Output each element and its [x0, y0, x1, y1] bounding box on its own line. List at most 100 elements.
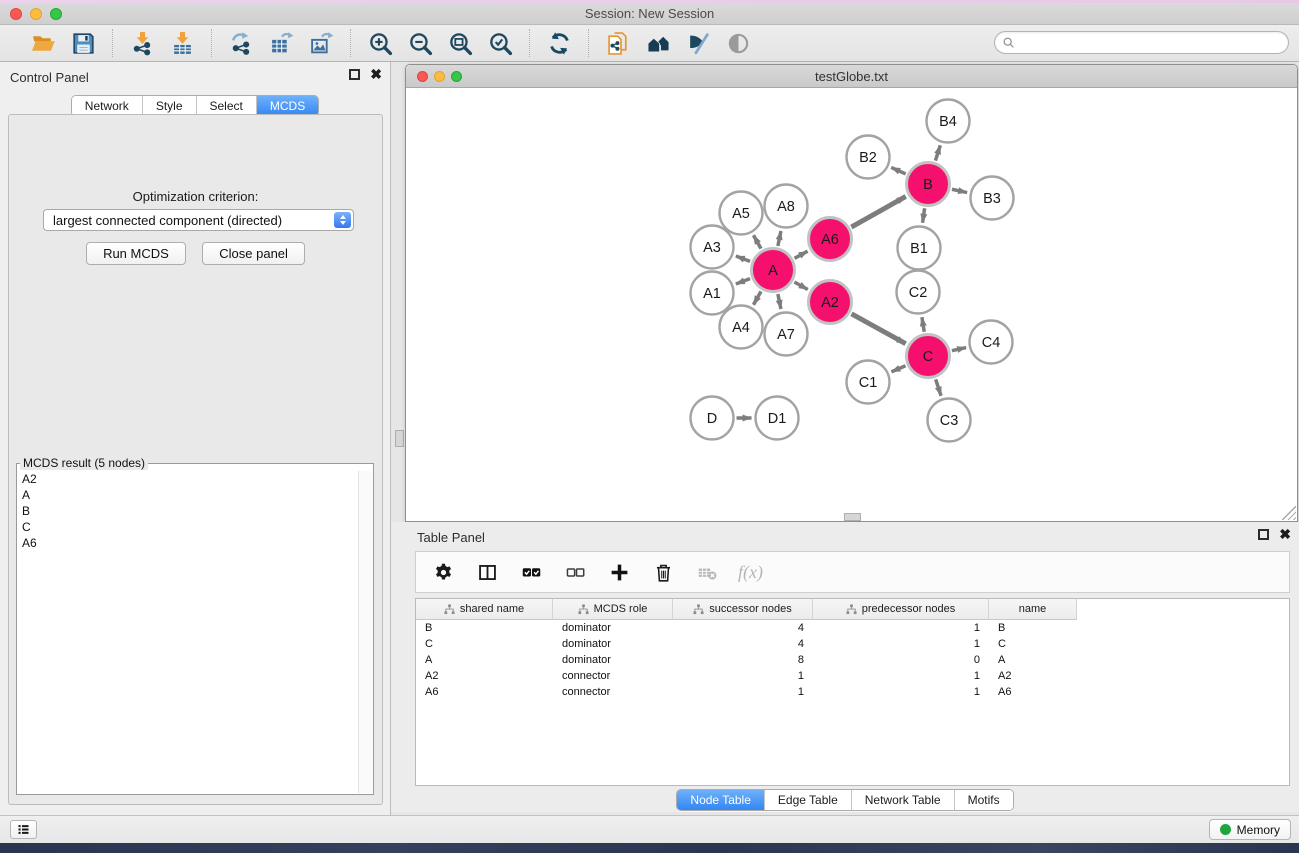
- mcds-result-item[interactable]: C: [18, 519, 372, 535]
- memory-button[interactable]: Memory: [1209, 819, 1291, 840]
- column-header-MCDS-role[interactable]: MCDS role: [553, 599, 673, 620]
- function-builder-button[interactable]: f(x): [738, 559, 763, 585]
- search-input[interactable]: [1016, 34, 1288, 52]
- run-mcds-button[interactable]: Run MCDS: [86, 242, 186, 265]
- table-settings-gear-button[interactable]: [430, 559, 456, 585]
- node-table[interactable]: shared nameMCDS rolesuccessor nodesprede…: [415, 598, 1290, 786]
- graph-edge-A6-B[interactable]: [851, 196, 905, 227]
- delete-table-button[interactable]: [694, 559, 720, 585]
- graph-node-C3[interactable]: C3: [928, 399, 971, 442]
- open-file-button[interactable]: [28, 29, 58, 57]
- table-cell[interactable]: connector: [553, 684, 673, 700]
- network-canvas[interactable]: B4B2BB3A8A5A3A6B1AA1C2A2A4A7C4CC1C3DD1: [407, 89, 1296, 520]
- table-cell[interactable]: A6: [989, 684, 1077, 700]
- graph-edge-C-C4[interactable]: [952, 348, 966, 351]
- show-columns-button[interactable]: [474, 559, 500, 585]
- table-cell[interactable]: C: [989, 636, 1077, 652]
- table-cell[interactable]: 1: [813, 620, 989, 636]
- column-header-predecessor-nodes[interactable]: predecessor nodes: [813, 599, 989, 620]
- graph-edge-B-B2[interactable]: [891, 167, 905, 173]
- mcds-result-list[interactable]: A2ABCA6: [18, 471, 372, 793]
- zoom-selected-button[interactable]: [485, 29, 515, 57]
- mcds-result-item[interactable]: B: [18, 503, 372, 519]
- table-row[interactable]: A6connector11A6: [416, 684, 1289, 700]
- graph-node-A7[interactable]: A7: [765, 313, 808, 356]
- close-panel-button[interactable]: Close panel: [202, 242, 305, 265]
- graph-edge-C-C2[interactable]: [922, 317, 924, 332]
- table-row[interactable]: Adominator80A: [416, 652, 1289, 668]
- table-cell[interactable]: B: [416, 620, 553, 636]
- graph-node-A1[interactable]: A1: [691, 272, 734, 315]
- select-all-columns-button[interactable]: [518, 559, 544, 585]
- graph-edge-A-A2[interactable]: [794, 282, 807, 290]
- graph-node-A8[interactable]: A8: [765, 185, 808, 228]
- network-window-titlebar[interactable]: testGlobe.txt: [406, 65, 1297, 88]
- table-row[interactable]: A2connector11A2: [416, 668, 1289, 684]
- export-image-button[interactable]: [306, 29, 336, 57]
- column-header-shared-name[interactable]: shared name: [416, 599, 553, 620]
- graph-node-C1[interactable]: C1: [847, 361, 890, 404]
- graph-edge-C-C1[interactable]: [891, 366, 905, 372]
- zoom-in-button[interactable]: [365, 29, 395, 57]
- table-cell[interactable]: 0: [813, 652, 989, 668]
- close-table-panel-icon[interactable]: ✖: [1279, 529, 1291, 540]
- graph-node-B4[interactable]: B4: [927, 100, 970, 143]
- table-cell[interactable]: 4: [673, 620, 813, 636]
- tab-select[interactable]: Select: [196, 96, 256, 116]
- graph-node-A[interactable]: A: [752, 249, 795, 292]
- table-cell[interactable]: 8: [673, 652, 813, 668]
- graph-node-B1[interactable]: B1: [898, 227, 941, 270]
- float-table-panel-icon[interactable]: [1258, 529, 1269, 540]
- table-cell[interactable]: 1: [813, 636, 989, 652]
- export-table-button[interactable]: [266, 29, 296, 57]
- graph-edge-A-A7[interactable]: [778, 294, 781, 309]
- table-cell[interactable]: connector: [553, 668, 673, 684]
- resize-grip[interactable]: [1282, 506, 1296, 520]
- graph-edge-A-A5[interactable]: [753, 235, 761, 248]
- export-network-button[interactable]: [226, 29, 256, 57]
- table-tab-motifs[interactable]: Motifs: [954, 790, 1013, 810]
- graph-edge-A-A6[interactable]: [795, 251, 808, 258]
- table-cell[interactable]: C: [416, 636, 553, 652]
- graphics-details-button[interactable]: [683, 29, 713, 57]
- column-header-name[interactable]: name: [989, 599, 1077, 620]
- tab-style[interactable]: Style: [142, 96, 196, 116]
- graph-edge-A-A3[interactable]: [736, 256, 750, 261]
- first-neighbors-button[interactable]: [643, 29, 673, 57]
- graph-edge-B-B3[interactable]: [952, 189, 967, 192]
- criterion-dropdown[interactable]: largest connected component (directed): [43, 209, 354, 231]
- graph-node-A2[interactable]: A2: [809, 281, 852, 324]
- graph-node-A3[interactable]: A3: [691, 226, 734, 269]
- table-cell[interactable]: A: [989, 652, 1077, 668]
- vertical-splitter-handle[interactable]: [395, 430, 404, 447]
- graph-node-B2[interactable]: B2: [847, 136, 890, 179]
- save-session-button[interactable]: [68, 29, 98, 57]
- table-cell[interactable]: 4: [673, 636, 813, 652]
- table-cell[interactable]: 1: [673, 684, 813, 700]
- graph-edge-A-A1[interactable]: [736, 279, 750, 284]
- graph-edge-A-A8[interactable]: [778, 231, 781, 246]
- mcds-result-item[interactable]: A: [18, 487, 372, 503]
- table-tab-network-table[interactable]: Network Table: [851, 790, 954, 810]
- show-tool-list-button[interactable]: [10, 820, 37, 839]
- mcds-result-item[interactable]: A2: [18, 471, 372, 487]
- zoom-out-button[interactable]: [405, 29, 435, 57]
- graph-edge-B-B1[interactable]: [923, 208, 925, 222]
- column-header-successor-nodes[interactable]: successor nodes: [673, 599, 813, 620]
- graph-node-C2[interactable]: C2: [897, 271, 940, 314]
- float-panel-icon[interactable]: [349, 69, 360, 80]
- table-cell[interactable]: dominator: [553, 620, 673, 636]
- graph-node-A4[interactable]: A4: [720, 306, 763, 349]
- table-cell[interactable]: B: [989, 620, 1077, 636]
- table-tab-node-table[interactable]: Node Table: [677, 790, 764, 810]
- network-from-selection-button[interactable]: [603, 29, 633, 57]
- graph-node-D[interactable]: D: [691, 397, 734, 440]
- graph-node-C[interactable]: C: [907, 335, 950, 378]
- create-column-button[interactable]: [606, 559, 632, 585]
- graph-node-C4[interactable]: C4: [970, 321, 1013, 364]
- table-cell[interactable]: 1: [813, 668, 989, 684]
- table-row[interactable]: Cdominator41C: [416, 636, 1289, 652]
- table-row[interactable]: Bdominator41B: [416, 620, 1289, 636]
- graph-edge-A2-C[interactable]: [851, 314, 905, 344]
- apply-preferred-layout-button[interactable]: [544, 29, 574, 57]
